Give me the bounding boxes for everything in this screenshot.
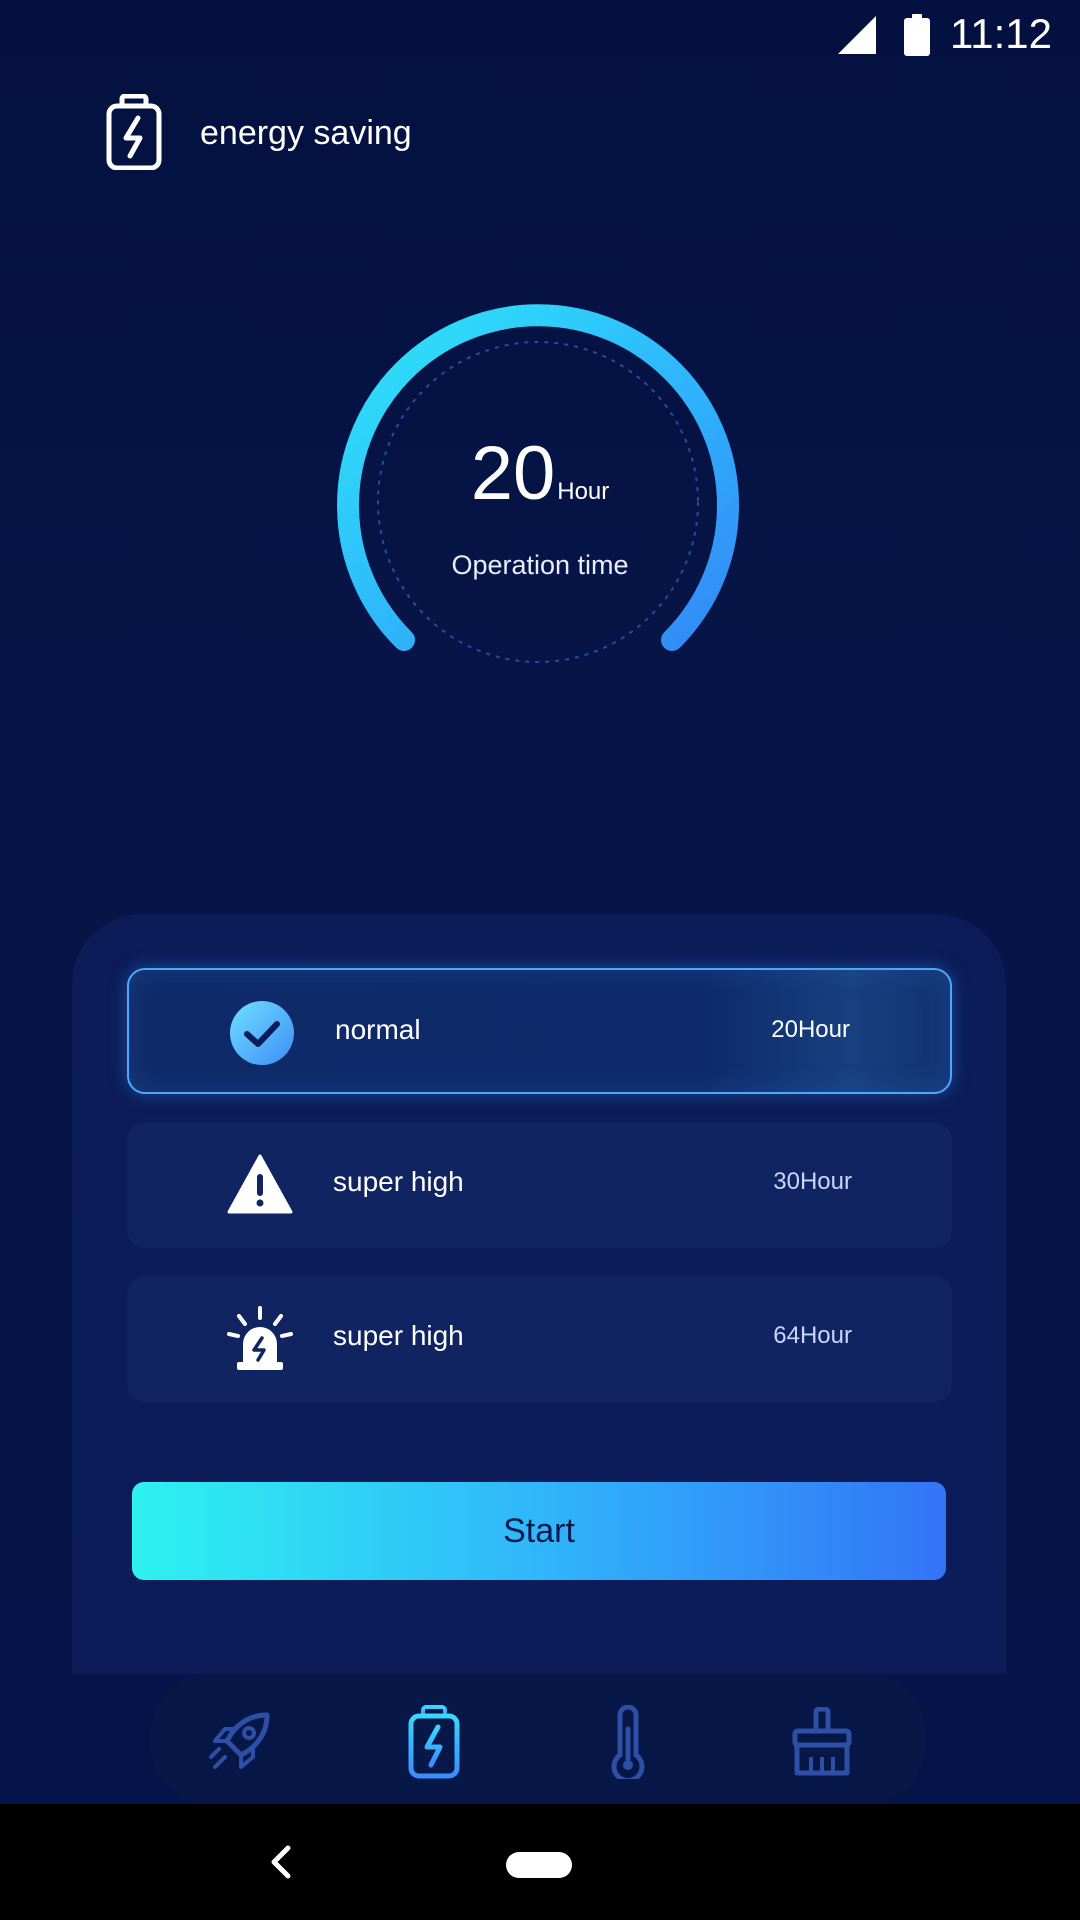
mode-label: super high <box>333 1320 464 1351</box>
home-button[interactable] <box>506 1852 572 1878</box>
battery-icon <box>904 14 930 56</box>
mode-label: super high <box>333 1166 464 1197</box>
back-icon[interactable] <box>262 1842 302 1882</box>
gauge-unit: Hour <box>557 478 610 505</box>
mode-option-super-high-2[interactable]: super high 64Hour <box>127 1276 952 1402</box>
mode-hours: 64Hour <box>773 1322 852 1349</box>
warning-triangle-icon <box>227 1154 293 1214</box>
thermometer-icon <box>611 1705 645 1779</box>
broom-icon <box>792 1707 852 1776</box>
start-button[interactable]: Start <box>132 1482 946 1580</box>
page-title: energy saving <box>200 114 412 152</box>
battery-bolt-icon <box>408 1705 460 1779</box>
screen: 11:12 energy saving 20Hour Operation tim… <box>0 0 1080 1920</box>
system-navigation-bar <box>0 1804 1080 1920</box>
rocket-icon <box>209 1712 270 1769</box>
nav-cleaner[interactable] <box>782 1702 862 1782</box>
battery-bolt-icon <box>106 94 162 170</box>
mode-hours: 30Hour <box>773 1168 852 1195</box>
nav-energy-saving[interactable] <box>394 1702 474 1782</box>
signal-icon <box>838 16 876 54</box>
mode-option-normal[interactable]: normal 20Hour <box>127 968 952 1094</box>
gauge-value: 20Hour <box>320 430 760 517</box>
mode-hours: 20Hour <box>771 1016 850 1043</box>
alarm-siren-icon <box>227 1306 293 1370</box>
check-circle-icon <box>230 1001 294 1065</box>
status-time: 11:12 <box>950 10 1052 57</box>
mode-label: normal <box>335 1014 421 1045</box>
nav-boost[interactable] <box>200 1702 280 1782</box>
status-bar: 11:12 <box>0 0 1080 72</box>
gauge-caption: Operation time <box>451 550 629 580</box>
mode-option-super-high-1[interactable]: super high 30Hour <box>127 1122 952 1248</box>
gauge-number: 20 <box>470 431 556 516</box>
nav-cooler[interactable] <box>588 1702 668 1782</box>
mode-panel: normal 20Hour super high 30Hour super hi… <box>72 914 1006 1674</box>
operation-time-gauge: 20Hour Operation time <box>320 280 760 680</box>
bottom-nav <box>150 1674 926 1804</box>
